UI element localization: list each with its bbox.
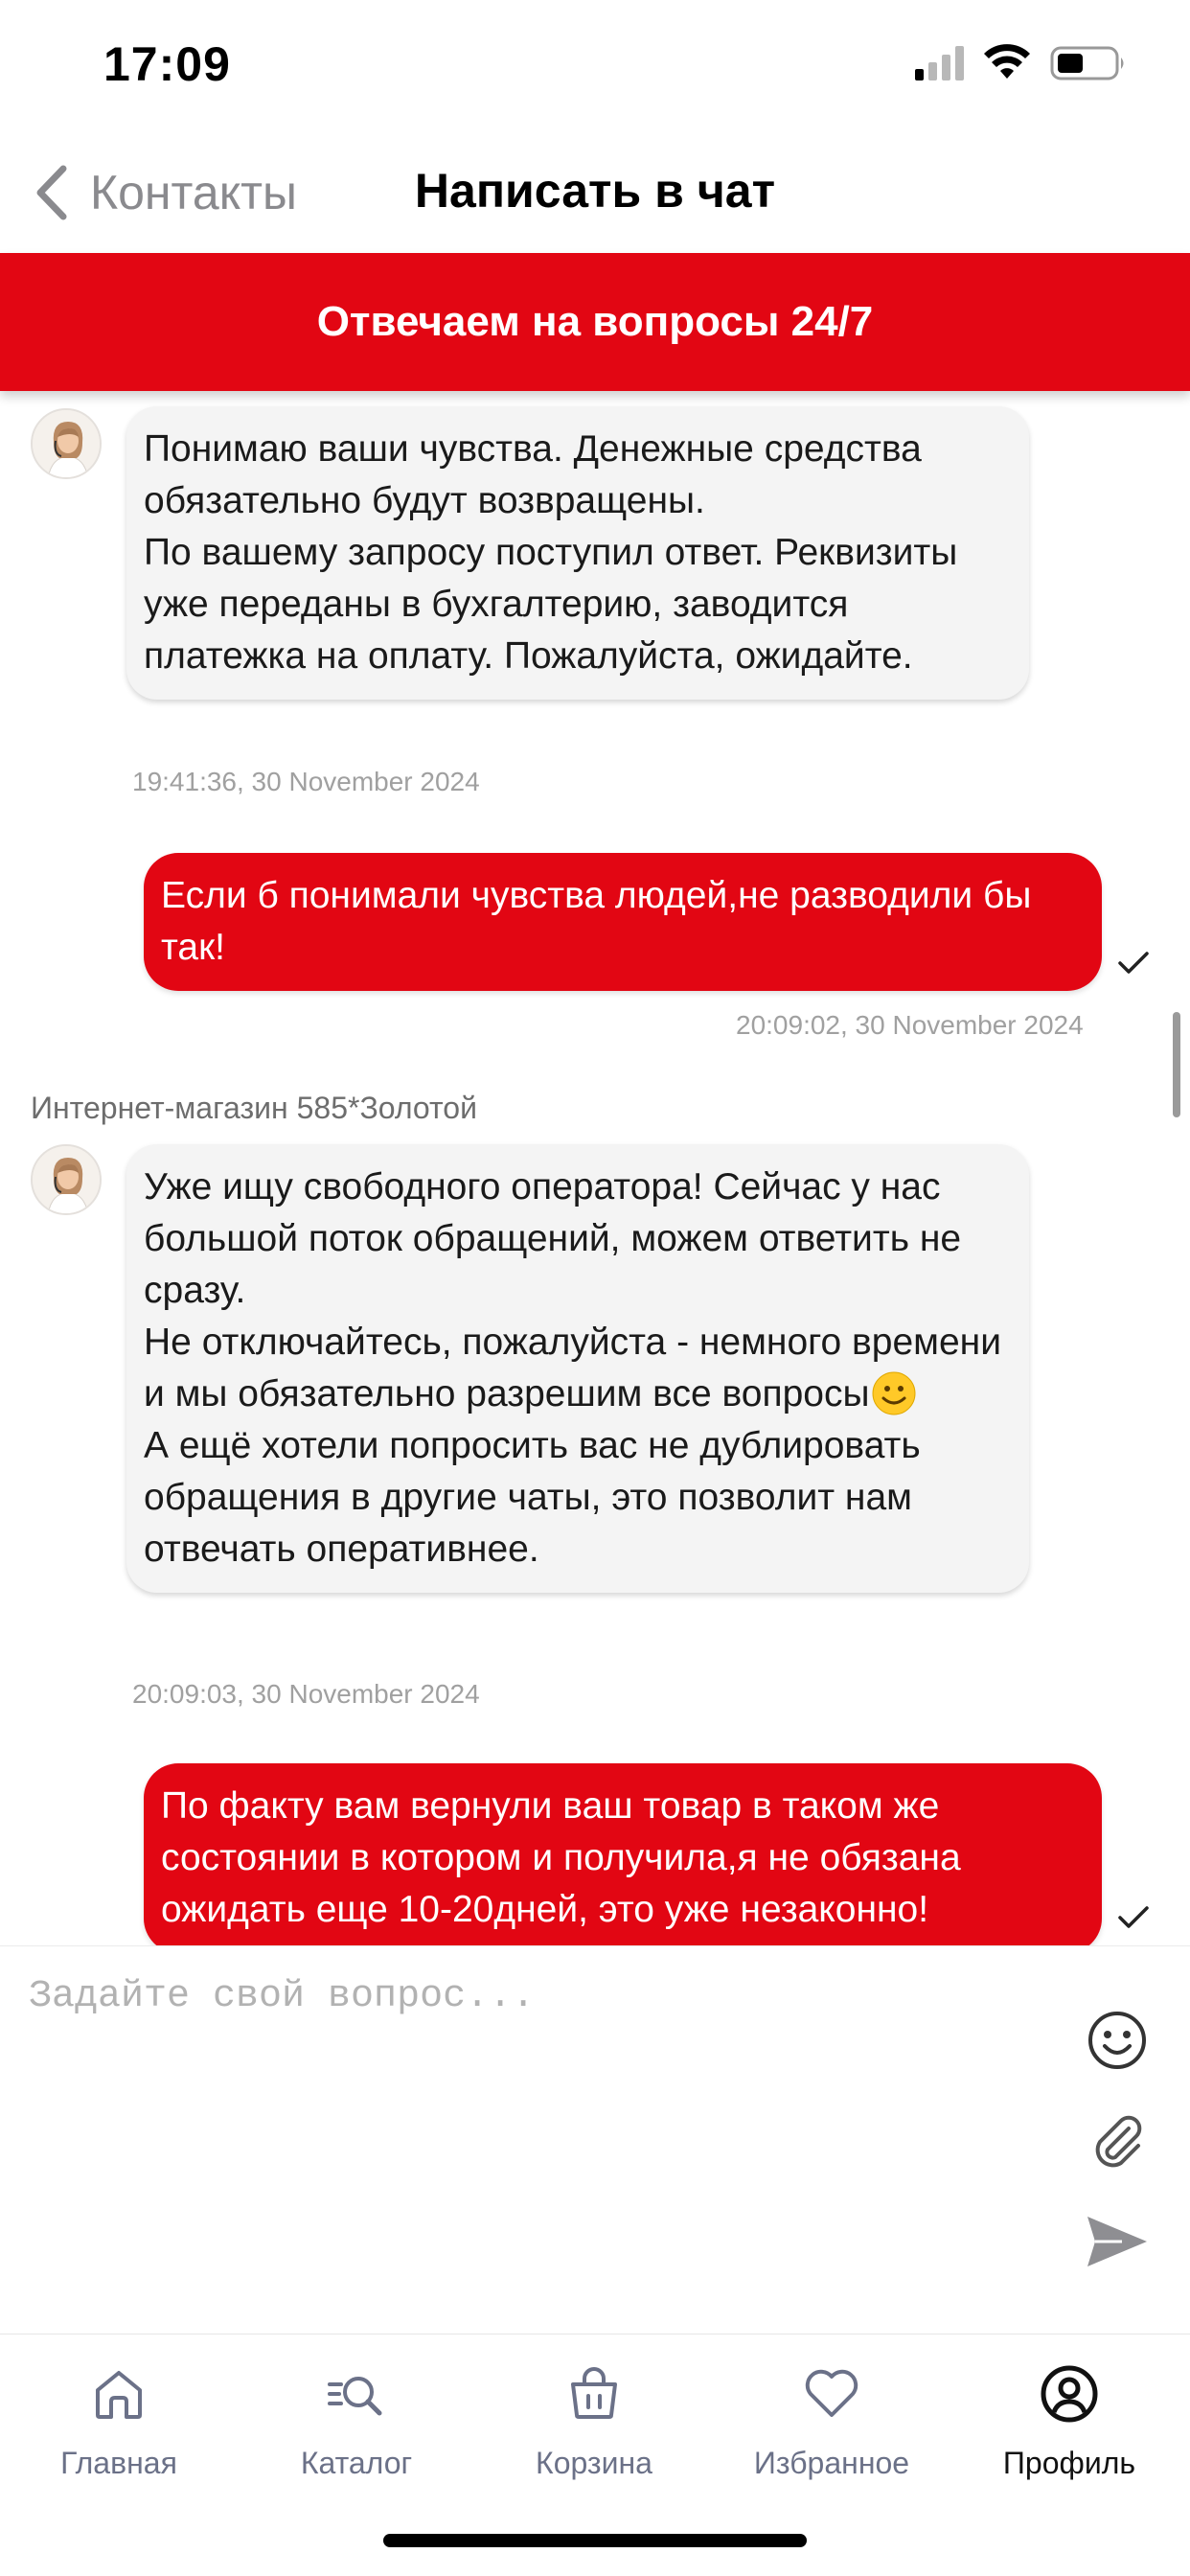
message-bubble-incoming: Уже ищу свободного оператора! Сейчас у н… <box>126 1144 1029 1593</box>
chat-messages[interactable]: Понимаю ваши чувства. Денежные средства … <box>0 391 1190 1945</box>
battery-icon <box>1050 46 1124 80</box>
status-bar: 17:09 <box>0 0 1190 134</box>
nav-header: Написать в чат Контакты <box>0 134 1190 253</box>
message-bubble-incoming: Понимаю ваши чувства. Денежные средства … <box>126 406 1029 700</box>
support-banner: Отвечаем на вопросы 24/7 <box>0 253 1190 391</box>
tab-label: Избранное <box>753 2446 910 2480</box>
operator-avatar <box>31 1144 102 1215</box>
chat-scrollbar[interactable] <box>1173 1012 1180 1117</box>
message-text: Понимаю ваши чувства. Денежные средства … <box>144 428 958 677</box>
send-button[interactable] <box>1083 2207 1152 2276</box>
wifi-icon <box>984 44 1030 79</box>
message-bubble-outgoing: Если б понимали чувства людей,не разводи… <box>144 853 1102 991</box>
status-time: 17:09 <box>103 37 231 91</box>
paperclip-icon <box>1095 2115 1142 2168</box>
cellular-signal-icon <box>915 46 964 80</box>
message-text: А ещё хотели попросить вас не дублироват… <box>144 1425 921 1570</box>
attach-button[interactable] <box>1083 2107 1152 2176</box>
sent-check-icon <box>1118 1906 1149 1928</box>
tab-profile[interactable]: Профиль <box>950 2358 1188 2511</box>
tab-favorites[interactable]: Избранное <box>713 2358 950 2511</box>
sent-check-icon <box>1118 952 1149 974</box>
message-text: По факту вам вернули ваш товар в таком ж… <box>161 1785 961 1930</box>
message-composer <box>0 1945 1190 2334</box>
send-icon <box>1087 2217 1147 2266</box>
operator-avatar <box>31 408 102 479</box>
catalog-search-icon <box>328 2377 382 2416</box>
tab-catalog[interactable]: Каталог <box>238 2358 475 2511</box>
tab-basket[interactable]: Корзина <box>475 2358 713 2511</box>
smile-emoji-icon <box>872 1371 915 1415</box>
message-timestamp: 20:09:02, 30 November 2024 <box>736 1010 1084 1040</box>
smile-icon <box>1088 2012 1146 2069</box>
tab-home[interactable]: Главная <box>0 2358 238 2511</box>
message-timestamp: 20:09:03, 30 November 2024 <box>132 1679 480 1709</box>
tab-label: Главная <box>60 2446 177 2480</box>
emoji-button[interactable] <box>1083 2006 1152 2075</box>
profile-icon <box>1041 2365 1098 2423</box>
message-bubble-outgoing: По факту вам вернули ваш товар в таком ж… <box>144 1763 1102 1945</box>
message-timestamp: 19:41:36, 30 November 2024 <box>132 767 480 796</box>
chevron-left-icon <box>36 165 67 220</box>
basket-icon <box>571 2367 617 2419</box>
heart-icon <box>805 2369 858 2417</box>
message-text: Если б понимали чувства людей,не разводи… <box>161 875 1032 968</box>
banner-text: Отвечаем на вопросы 24/7 <box>316 298 874 345</box>
tab-label: Каталог <box>300 2446 413 2480</box>
back-label: Контакты <box>90 166 297 219</box>
back-button[interactable]: Контакты <box>33 159 297 226</box>
tab-label: Профиль <box>1002 2446 1136 2480</box>
home-indicator[interactable] <box>383 2534 807 2547</box>
sender-name: Интернет-магазин 585*Золотой <box>31 1091 477 1125</box>
home-icon <box>96 2371 142 2419</box>
question-input[interactable] <box>29 1975 1054 2301</box>
tab-label: Корзина <box>536 2446 652 2480</box>
